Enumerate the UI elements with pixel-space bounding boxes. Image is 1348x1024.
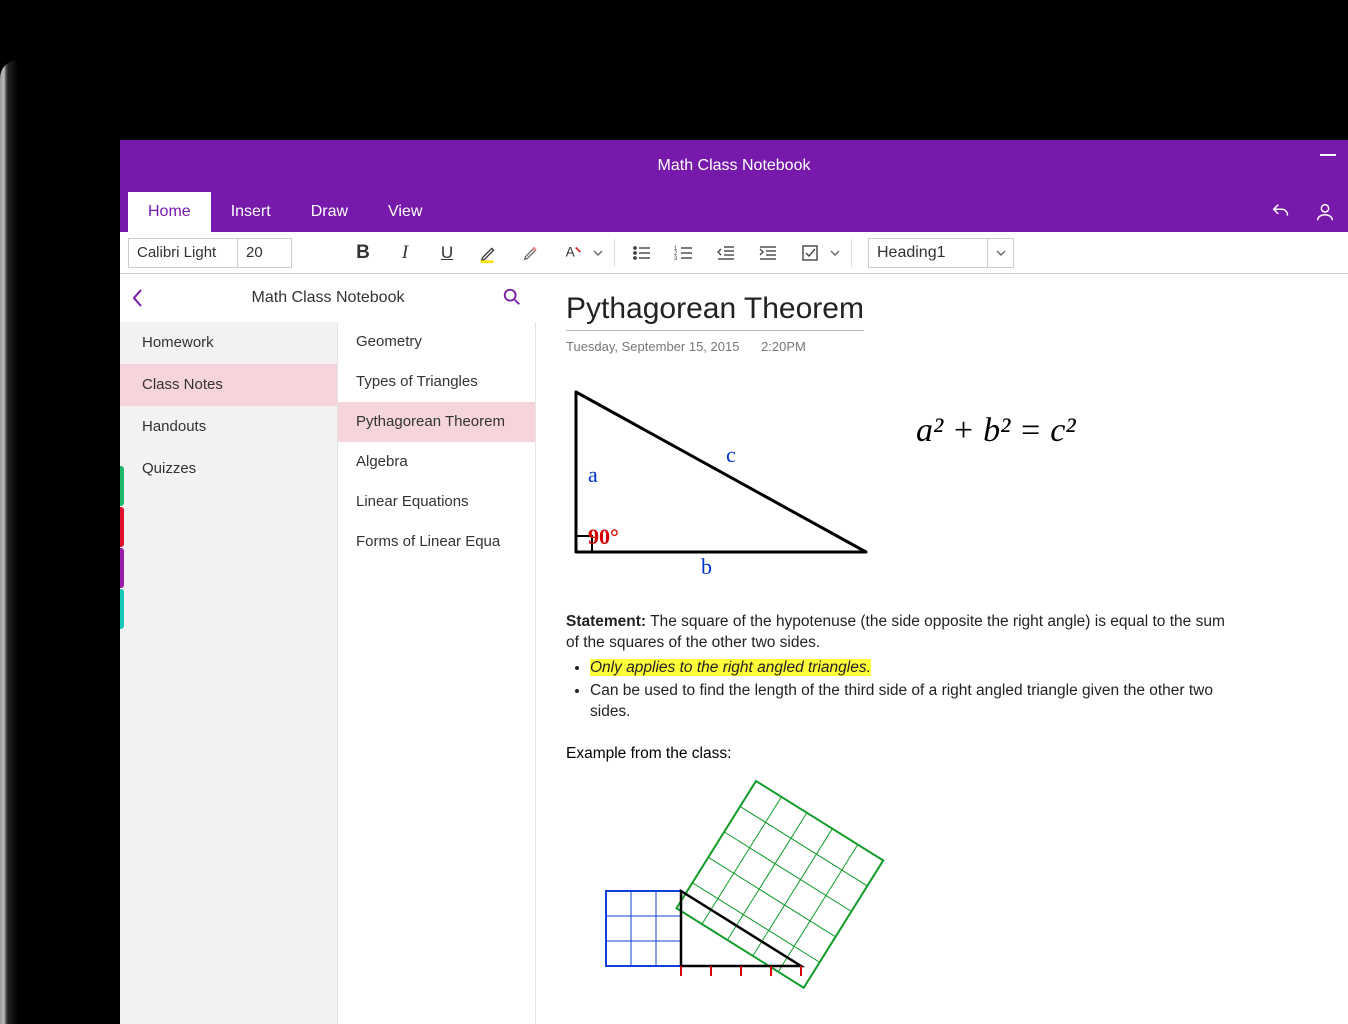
style-select[interactable]: Heading1 xyxy=(868,238,988,268)
indent-button[interactable] xyxy=(747,232,789,274)
nav-title: Math Class Notebook xyxy=(252,289,405,307)
triangle-drawing: a b c 90° a² + b² = c² xyxy=(566,382,1318,592)
statement-text: The square of the hypotenuse (the side o… xyxy=(566,613,1225,651)
bullet-list-button[interactable] xyxy=(621,232,663,274)
window-title: Math Class Notebook xyxy=(658,157,811,175)
back-button[interactable] xyxy=(130,286,146,315)
svg-text:3: 3 xyxy=(674,256,678,262)
undo-icon[interactable] xyxy=(1270,201,1292,223)
minimize-button[interactable] xyxy=(1320,154,1336,156)
page-item-geometry[interactable]: Geometry xyxy=(338,322,535,362)
note-date: Tuesday, September 15, 2015 xyxy=(566,339,739,354)
italic-button[interactable]: I xyxy=(384,232,426,274)
style-dropdown[interactable] xyxy=(988,238,1014,268)
note-canvas[interactable]: Pythagorean Theorem Tuesday, September 1… xyxy=(536,274,1348,1024)
user-icon[interactable] xyxy=(1314,201,1336,223)
section-tab-handouts[interactable] xyxy=(120,548,124,588)
bold-button[interactable]: B xyxy=(342,232,384,274)
tab-home[interactable]: Home xyxy=(128,192,211,232)
page-item-linear-equations[interactable]: Linear Equations xyxy=(338,482,535,522)
bullet-2: Can be used to find the length of the th… xyxy=(590,682,1213,720)
font-color-dropdown[interactable] xyxy=(588,232,608,274)
label-angle: 90° xyxy=(588,524,619,549)
separator xyxy=(614,239,615,267)
note-body-text[interactable]: Statement: The square of the hypotenuse … xyxy=(566,612,1226,723)
tab-insert[interactable]: Insert xyxy=(211,192,291,232)
section-list: Homework Class Notes Handouts Quizzes xyxy=(120,322,338,1024)
page-list: Geometry Types of Triangles Pythagorean … xyxy=(338,322,536,1024)
bullet-1: Only applies to the right angled triangl… xyxy=(590,659,871,676)
svg-text:A: A xyxy=(566,244,576,259)
section-tab-quizzes[interactable] xyxy=(120,589,124,629)
ribbon-toolbar: Calibri Light 20 B I U A 123 xyxy=(120,232,1348,274)
underline-button[interactable]: U xyxy=(426,232,468,274)
app-window: Math Class Notebook Home Insert Draw Vie… xyxy=(120,140,1348,1024)
section-item-quizzes[interactable]: Quizzes xyxy=(120,448,337,490)
note-meta: Tuesday, September 15, 2015 2:20PM xyxy=(566,339,1318,354)
font-name-select[interactable]: Calibri Light xyxy=(128,238,238,268)
separator xyxy=(851,239,852,267)
highlight-button[interactable] xyxy=(468,232,510,274)
statement-label: Statement: xyxy=(566,613,646,630)
section-item-homework[interactable]: Homework xyxy=(120,322,337,364)
formula-text: a² + b² = c² xyxy=(916,412,1076,450)
page-item-algebra[interactable]: Algebra xyxy=(338,442,535,482)
note-time: 2:20PM xyxy=(761,339,806,354)
outdent-button[interactable] xyxy=(705,232,747,274)
tab-draw[interactable]: Draw xyxy=(291,192,368,232)
section-color-tabs xyxy=(120,466,124,630)
section-tab-homework[interactable] xyxy=(120,466,124,506)
section-item-class-notes[interactable]: Class Notes xyxy=(120,364,337,406)
title-bar: Math Class Notebook xyxy=(120,140,1348,192)
example-label: Example from the class: xyxy=(566,745,1318,763)
tags-dropdown[interactable] xyxy=(825,232,845,274)
search-button[interactable] xyxy=(502,286,522,313)
section-tab-class-notes[interactable] xyxy=(120,507,124,547)
ink-button[interactable] xyxy=(510,232,552,274)
label-b: b xyxy=(701,554,712,579)
label-a: a xyxy=(588,462,598,487)
page-item-forms-of-linear-equa[interactable]: Forms of Linear Equa xyxy=(338,522,535,562)
label-c: c xyxy=(726,442,736,467)
squares-drawing xyxy=(586,771,1318,1006)
font-size-select[interactable]: 20 xyxy=(238,238,292,268)
ribbon-tabs: Home Insert Draw View xyxy=(120,192,1348,232)
section-item-handouts[interactable]: Handouts xyxy=(120,406,337,448)
page-item-types-of-triangles[interactable]: Types of Triangles xyxy=(338,362,535,402)
tab-view[interactable]: View xyxy=(368,192,442,232)
note-title[interactable]: Pythagorean Theorem xyxy=(566,292,864,331)
numbered-list-button[interactable]: 123 xyxy=(663,232,705,274)
device-frame: Math Class Notebook Home Insert Draw Vie… xyxy=(0,0,1348,1024)
app-body: Math Class Notebook Homework Class Notes… xyxy=(120,274,1348,1024)
nav-header: Math Class Notebook xyxy=(120,274,536,322)
page-item-pythagorean-theorem[interactable]: Pythagorean Theorem xyxy=(338,402,535,442)
bezel-edge xyxy=(0,60,30,1024)
